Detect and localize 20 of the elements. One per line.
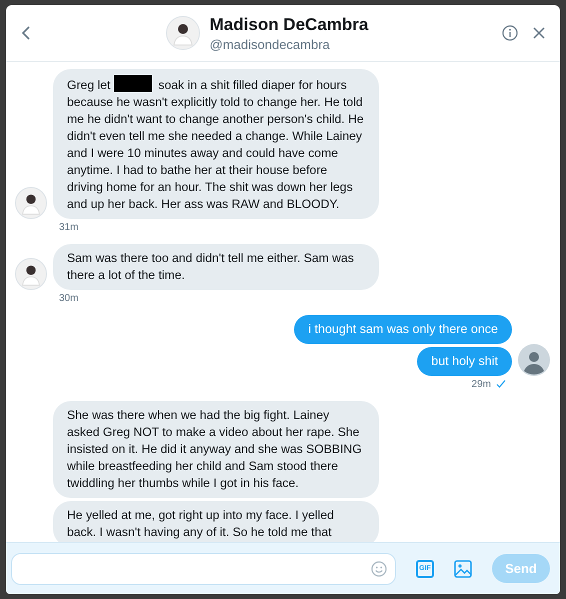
message-text: i thought sam was only there once <box>308 321 498 338</box>
contact-handle: @madisondecambra <box>210 36 331 52</box>
back-button[interactable] <box>20 25 32 41</box>
message-text: Sam was there too and didn't tell me either. Sam was there a lot of the time. <box>67 250 355 284</box>
message-text: because he wasn't explicitly told to change her. He told me he didn't want to change another person's child. He didn't even tell me she needed a change. While Lainey and I were 10 minutes away and could have come anytime. I had to bathe her at their house before driving home for an hour. The shit was down her legs and up her back. Her ass was RAW and BLOODY. <box>67 94 365 213</box>
message-time: 31m <box>59 222 78 233</box>
close-button[interactable] <box>532 26 546 40</box>
message-text: Greg let <box>67 78 110 92</box>
message-time: 30m <box>59 293 78 304</box>
message-text: She was there when we had the big fight. Lainey asked Greg NOT to make a video about her rape. She insisted on it. He did it anyway and she was SOBBING while breastfeeding her child and Sam stood there twiddling her thumbs while I got in his face. <box>67 407 363 492</box>
info-button[interactable] <box>502 25 518 41</box>
image-icon[interactable] <box>454 560 472 578</box>
contact-name: Madison DeCambra <box>210 14 368 34</box>
message-time: 29m <box>472 379 491 390</box>
message-input[interactable] <box>11 552 396 584</box>
message-text: but holy shit <box>431 353 498 370</box>
avatar <box>166 16 200 50</box>
message-text: He yelled at me, got right up into my face. I yelled back. I wasn't having any of it. So he told me that <box>67 507 335 541</box>
message-text: soak in a shit filled diaper for hours <box>158 78 347 92</box>
redaction-bar <box>114 75 152 92</box>
